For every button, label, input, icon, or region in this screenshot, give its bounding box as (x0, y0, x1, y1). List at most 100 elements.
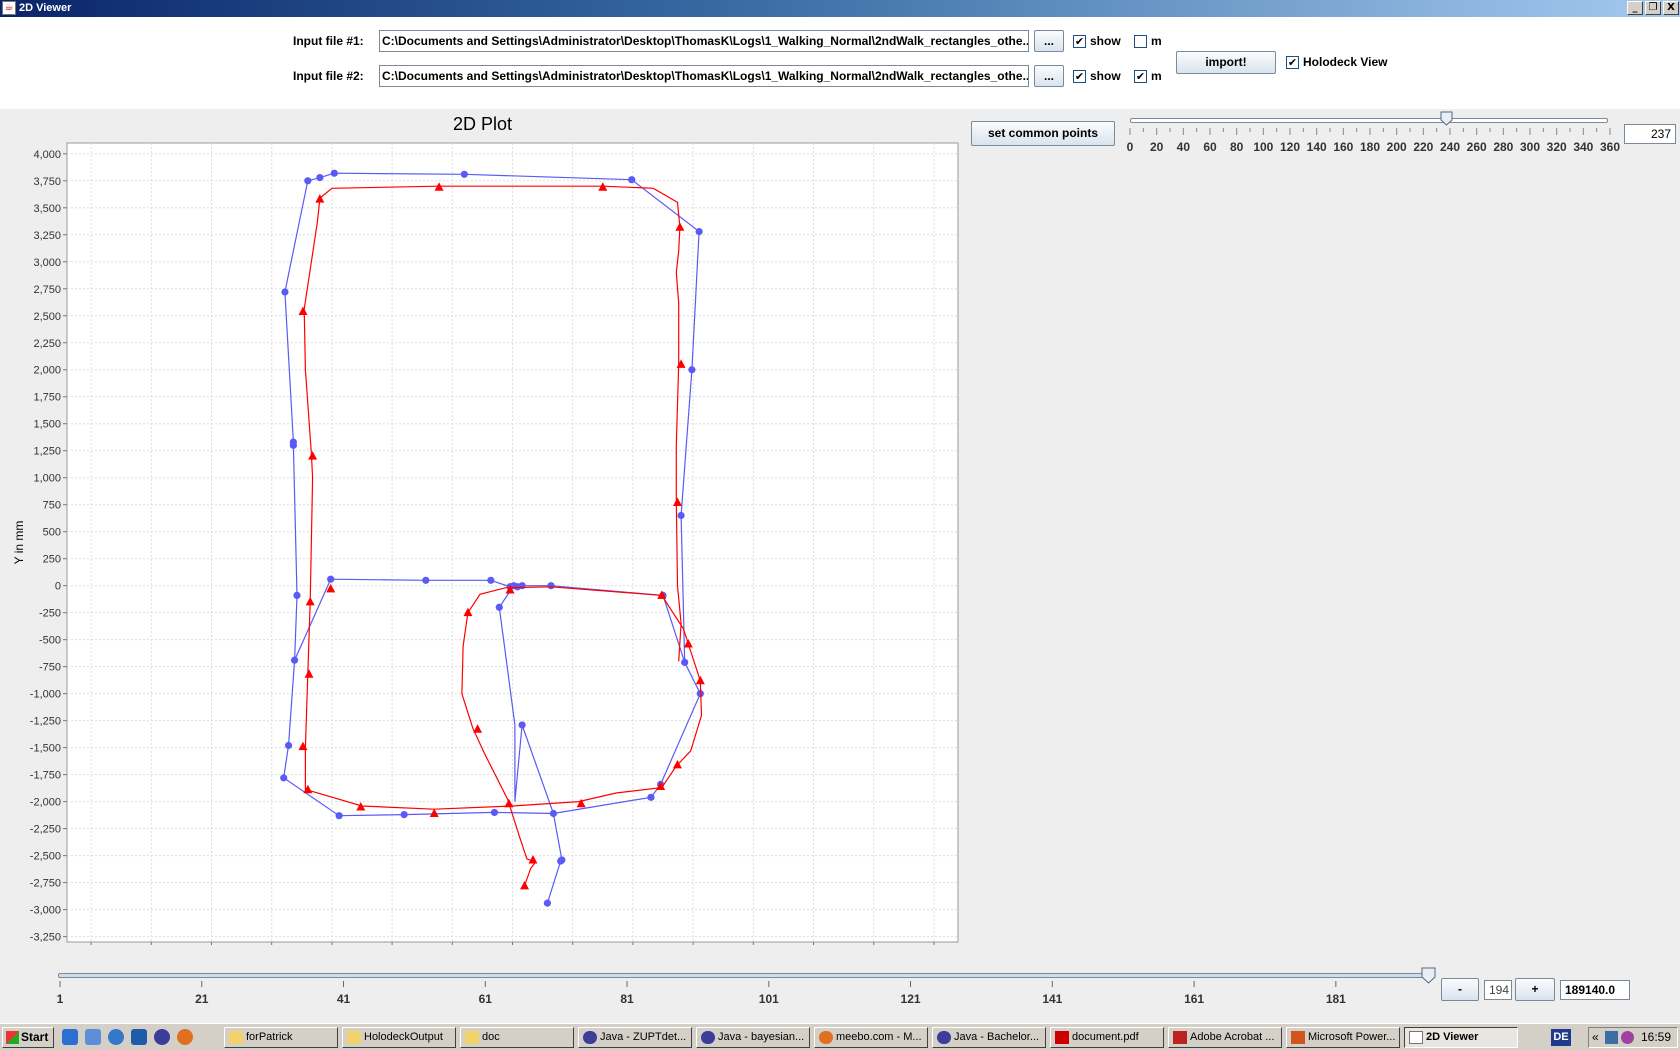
minimize-button[interactable]: _ (1627, 1, 1643, 15)
network-icon[interactable] (1605, 1031, 1618, 1044)
y-tick-label: -1,250 (30, 716, 61, 728)
input-file-2-field[interactable]: C:\Documents and Settings\Administrator\… (379, 65, 1029, 87)
chart-panel: 2D Plot -3,500-3,000-2,500-2,000-1,500-1… (0, 109, 960, 945)
eclipse-icon (583, 1031, 597, 1044)
series-1-point (330, 169, 338, 177)
angle-tick-label: 240 (1440, 140, 1460, 154)
time-tick-label: 41 (337, 992, 351, 1006)
task-adobe-acrobat[interactable]: Adobe Acrobat ... (1168, 1027, 1282, 1048)
task-document-pdf[interactable]: document.pdf (1050, 1027, 1164, 1048)
y-tick-label: -250 (39, 608, 61, 620)
step-forward-button[interactable]: + (1515, 978, 1555, 1001)
eclipse-icon (701, 1031, 715, 1044)
series-1-point (316, 173, 324, 182)
y-tick-label: 3,750 (33, 176, 61, 188)
media-player-icon[interactable] (108, 1029, 124, 1045)
pdf-icon (1055, 1031, 1069, 1044)
angle-tick-label: 0 (1127, 140, 1134, 154)
m-file-2-checkbox[interactable]: ✔ (1134, 70, 1147, 83)
system-tray: « 16:59 (1588, 1027, 1678, 1048)
angle-slider-scale: 0 20 40 60 80 100 120 140 160 180 200 220 240 260 280 3… (1127, 128, 1620, 154)
y-tick-label: 750 (43, 500, 61, 512)
input-panel: Input file #1: C:\Documents and Settings… (0, 17, 1680, 109)
series-1-point (558, 856, 566, 864)
series-1-point (487, 576, 495, 584)
position-field[interactable]: 194 (1484, 980, 1512, 1000)
task-java-bachelor[interactable]: Java - Bachelor... (932, 1027, 1046, 1048)
y-tick-label: 3,250 (33, 230, 61, 242)
y-tick-label: -500 (39, 635, 61, 647)
task-forpatrick[interactable]: forPatrick (224, 1027, 338, 1048)
show-file-2-checkbox[interactable]: ✔ (1073, 70, 1086, 83)
y-tick-label: -1,750 (30, 770, 61, 782)
y-tick-label: 500 (43, 527, 61, 539)
series-1-point (681, 658, 689, 666)
time-tick-label: 161 (1184, 992, 1204, 1006)
y-tick-label: 1,500 (33, 419, 61, 431)
angle-tick-label: 360 (1600, 140, 1620, 154)
y-tick-label: -750 (39, 662, 61, 674)
task-holodeckoutput[interactable]: HolodeckOutput (342, 1027, 456, 1048)
tray-app-icon[interactable] (1621, 1031, 1634, 1044)
java-app-icon: ☕ (2, 1, 16, 15)
series-1-point (289, 438, 297, 446)
start-button[interactable]: Start (2, 1027, 54, 1048)
browse-file-1-button[interactable]: ... (1034, 30, 1064, 52)
show-file-1-checkbox[interactable]: ✔ (1073, 35, 1086, 48)
m-file-2-label: m (1151, 69, 1162, 83)
time-tick-label: 101 (759, 992, 779, 1006)
plot-2d[interactable]: -3,500-3,000-2,500-2,000-1,500-1,000-500… (0, 109, 960, 945)
series-1-point (688, 366, 696, 374)
series-1-point (400, 810, 408, 819)
matlab-icon[interactable] (131, 1029, 147, 1045)
y-tick-label: 2,500 (33, 311, 61, 323)
time-tick-label: 121 (901, 992, 921, 1006)
checkmark-icon: ✔ (1074, 70, 1085, 83)
angle-slider-thumb[interactable] (1440, 111, 1453, 126)
angle-tick-label: 100 (1253, 140, 1273, 154)
language-indicator[interactable]: DE (1551, 1029, 1571, 1046)
maximize-button[interactable]: ❐ (1645, 1, 1661, 15)
set-common-points-button[interactable]: set common points (971, 121, 1115, 146)
task-2d-viewer[interactable]: 2D Viewer (1404, 1027, 1518, 1048)
angle-slider-track[interactable] (1130, 118, 1608, 123)
task-microsoft-powerpoint[interactable]: Microsoft Power... (1286, 1027, 1400, 1048)
import-button[interactable]: import! (1176, 51, 1276, 74)
checkmark-icon: ✔ (1074, 35, 1085, 48)
time-slider-track[interactable] (58, 973, 1428, 978)
y-axis: 4,000 3,750 3,500 3,250 3,000 2,750 2,500 2,250… (30, 149, 67, 944)
windows-logo-icon (6, 1031, 19, 1044)
series-1-point (547, 582, 555, 590)
task-doc[interactable]: doc (460, 1027, 574, 1048)
browse-file-2-button[interactable]: ... (1034, 65, 1064, 87)
input-file-1-label: Input file #1: (293, 34, 364, 48)
y-tick-label: -2,500 (30, 851, 61, 863)
task-meebo[interactable]: meebo.com - M... (814, 1027, 928, 1048)
y-tick-label: 4,000 (33, 149, 61, 161)
angle-value-field[interactable]: 237 (1624, 124, 1676, 144)
input-file-1-field[interactable]: C:\Documents and Settings\Administrator\… (379, 30, 1029, 52)
eclipse-icon[interactable] (154, 1029, 170, 1045)
close-button[interactable]: X (1663, 1, 1679, 15)
folder-icon (229, 1031, 243, 1044)
holodeck-view-checkbox[interactable]: ✔ (1286, 56, 1299, 69)
outlook-icon[interactable] (85, 1029, 101, 1045)
m-file-1-checkbox[interactable] (1134, 35, 1147, 48)
task-java-bayesian[interactable]: Java - bayesian... (696, 1027, 810, 1048)
y-tick-label: 1,000 (33, 473, 61, 485)
checkmark-icon: ✔ (1135, 70, 1146, 83)
firefox-icon[interactable] (177, 1029, 193, 1045)
time-value-field[interactable]: 189140.0 (1560, 980, 1630, 1000)
angle-tick-label: 120 (1280, 140, 1300, 154)
step-back-button[interactable]: - (1441, 978, 1479, 1001)
tray-expand-icon[interactable]: « (1592, 1030, 1599, 1044)
eclipse-icon (937, 1031, 951, 1044)
task-java-zuptdet[interactable]: Java - ZUPTdet... (578, 1027, 692, 1048)
show-file-2-label: show (1090, 69, 1121, 83)
angle-tick-label: 80 (1230, 140, 1244, 154)
series-1-point (304, 177, 312, 185)
input-file-2-label: Input file #2: (293, 69, 364, 83)
time-tick-label: 61 (479, 992, 493, 1006)
ie-icon[interactable] (62, 1029, 78, 1045)
y-axis-label: Y in mm (12, 521, 26, 565)
